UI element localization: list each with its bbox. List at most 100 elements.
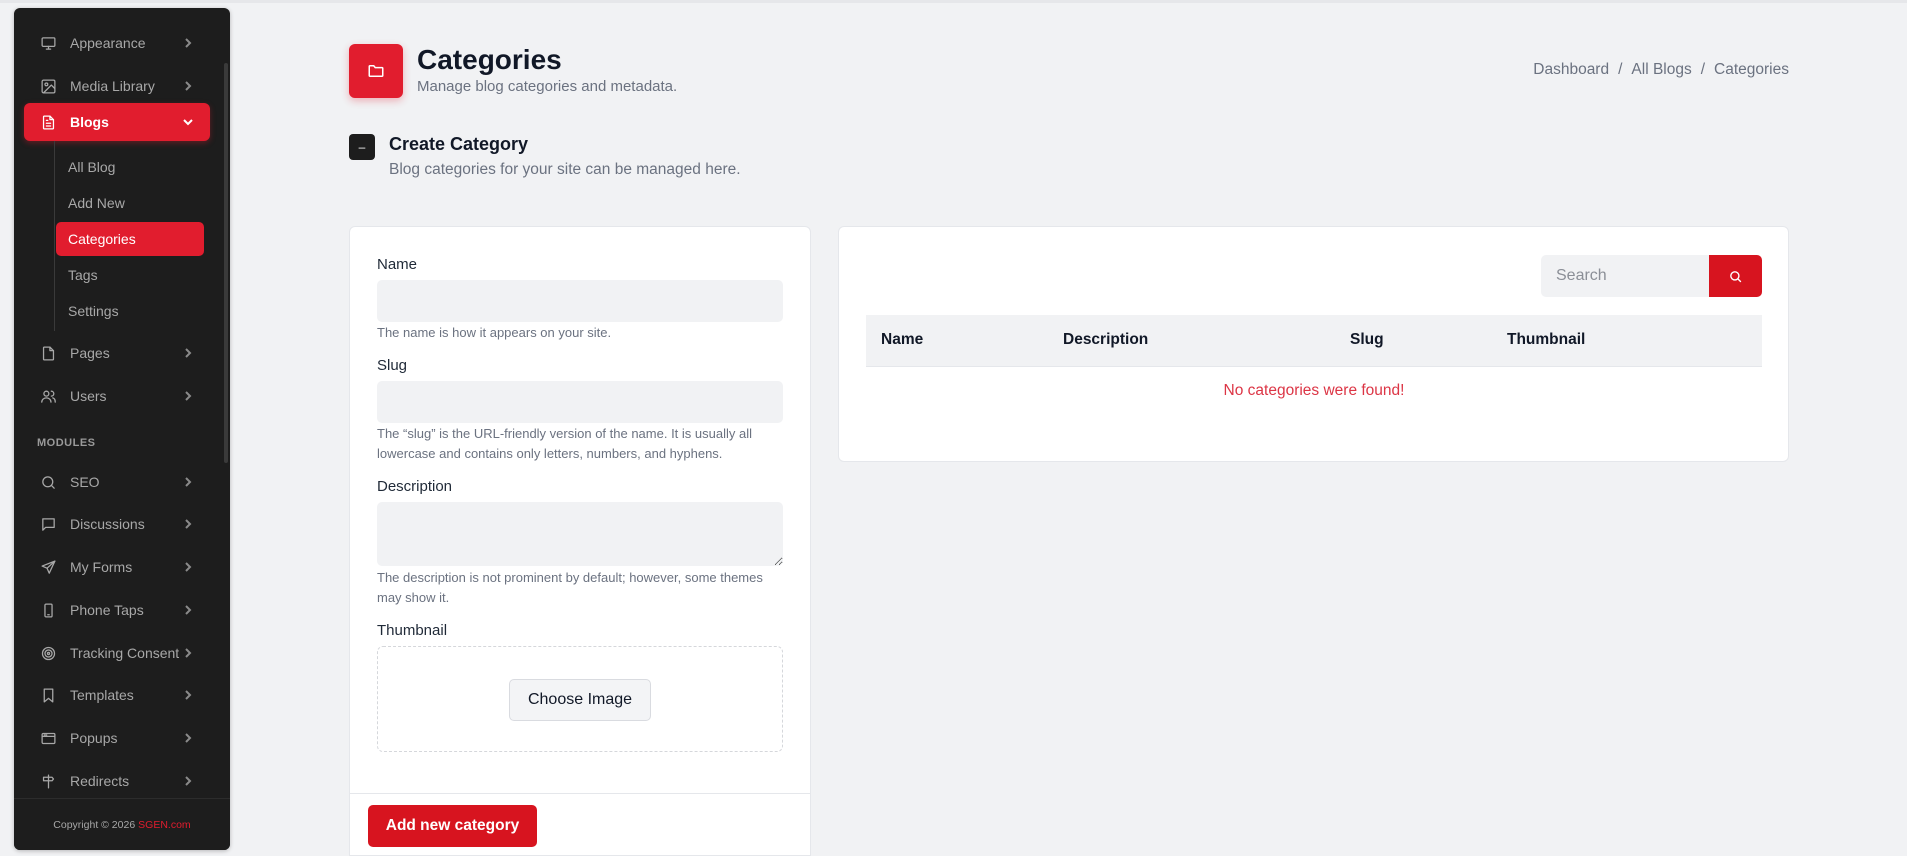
description-textarea[interactable] xyxy=(377,502,783,566)
thumbnail-label: Thumbnail xyxy=(377,622,448,639)
sidebar-item-label: Redirects xyxy=(70,773,130,789)
sidebar-subitem-add-new[interactable]: Add New xyxy=(56,186,204,220)
chevron-right-icon xyxy=(182,389,194,401)
brand-link[interactable]: SGEN.com xyxy=(138,819,191,831)
sidebar-scrollbar[interactable] xyxy=(224,63,228,463)
image-icon xyxy=(38,76,58,96)
subitem-label: Tags xyxy=(68,267,98,283)
slug-label: Slug xyxy=(377,357,408,374)
subitem-label: Add New xyxy=(68,195,125,211)
subitem-label: All Blog xyxy=(68,159,116,175)
subitem-label: Categories xyxy=(68,231,136,247)
create-category-form: Name The name is how it appears on your … xyxy=(349,226,811,856)
subitem-label: Settings xyxy=(68,303,119,319)
sidebar-footer: Copyright © 2026 SGEN.com xyxy=(14,798,230,850)
search-icon xyxy=(1730,270,1742,282)
sidebar-item-redirects[interactable]: Redirects xyxy=(24,762,210,800)
search-icon xyxy=(38,472,58,492)
chevron-right-icon xyxy=(182,774,194,786)
column-header-thumbnail[interactable]: Thumbnail xyxy=(1507,331,1585,349)
chevron-right-icon xyxy=(182,646,194,658)
page-title: Categories xyxy=(417,44,562,75)
column-header-name[interactable]: Name xyxy=(881,331,923,349)
description-help-text: The description is not prominent by defa… xyxy=(377,570,763,605)
sidebar-item-discussions[interactable]: Discussions xyxy=(24,505,210,543)
chevron-right-icon xyxy=(182,475,194,487)
sidebar-item-tracking-consent[interactable]: Tracking Consent xyxy=(24,634,210,672)
modules-section-label: MODULES xyxy=(37,437,96,449)
sidebar-item-users[interactable]: Users xyxy=(24,377,210,415)
sidebar-item-my-forms[interactable]: My Forms xyxy=(24,548,210,586)
sidebar-item-label: Media Library xyxy=(70,78,155,94)
sidebar-item-label: My Forms xyxy=(70,559,133,575)
window-icon xyxy=(38,728,58,748)
chevron-right-icon xyxy=(182,603,194,615)
sidebar-subitem-settings[interactable]: Settings xyxy=(56,294,204,328)
name-input[interactable] xyxy=(377,280,783,322)
chevron-right-icon xyxy=(182,560,194,572)
document-icon xyxy=(38,112,58,132)
sidebar-subitem-all-blog[interactable]: All Blog xyxy=(56,150,204,184)
sidebar-item-label: Pages xyxy=(70,345,110,361)
chevron-right-icon xyxy=(182,346,194,358)
sidebar: Appearance Media Library Blogs All Blog … xyxy=(14,8,230,850)
sidebar-item-popups[interactable]: Popups xyxy=(24,719,210,757)
monitor-icon xyxy=(38,33,58,53)
name-label: Name xyxy=(377,256,418,273)
breadcrumb-all-blogs[interactable]: All Blogs xyxy=(1631,61,1691,79)
categories-table-card: Name Description Slug Thumbnail No categ… xyxy=(838,226,1789,462)
sidebar-item-phone-taps[interactable]: Phone Taps xyxy=(24,591,210,629)
sidebar-item-label: Popups xyxy=(70,730,118,746)
breadcrumb-dashboard[interactable]: Dashboard xyxy=(1533,61,1609,79)
chevron-down-icon xyxy=(182,115,194,127)
bookmark-icon xyxy=(38,685,58,705)
sidebar-item-seo[interactable]: SEO xyxy=(24,463,210,501)
copyright-text: Copyright © 2026 xyxy=(53,818,136,831)
section-subtitle: Blog categories for your site can be man… xyxy=(389,161,741,178)
empty-state-message: No categories were found! xyxy=(1223,382,1405,399)
sidebar-item-blogs[interactable]: Blogs xyxy=(24,103,210,141)
sidebar-item-label: Blogs xyxy=(70,114,109,130)
chat-icon xyxy=(38,514,58,534)
send-icon xyxy=(38,557,58,577)
section-title: Create Category xyxy=(389,134,529,154)
breadcrumb-separator: / xyxy=(1700,61,1706,78)
name-help-text: The name is how it appears on your site. xyxy=(377,325,612,340)
column-header-description[interactable]: Description xyxy=(1063,331,1148,349)
sidebar-item-label: SEO xyxy=(70,474,100,490)
submenu-guide-line xyxy=(54,141,55,331)
chevron-right-icon xyxy=(182,79,194,91)
search-button[interactable] xyxy=(1709,255,1762,297)
chevron-right-icon xyxy=(182,688,194,700)
sidebar-item-appearance[interactable]: Appearance xyxy=(24,24,210,62)
chevron-right-icon xyxy=(182,36,194,48)
sidebar-subitem-categories[interactable]: Categories xyxy=(56,222,204,256)
slug-input[interactable] xyxy=(377,381,783,423)
sidebar-item-pages[interactable]: Pages xyxy=(24,334,210,372)
sidebar-subitem-tags[interactable]: Tags xyxy=(56,258,204,292)
file-icon xyxy=(38,343,58,363)
breadcrumb-current: Categories xyxy=(1714,61,1789,78)
sidebar-item-media-library[interactable]: Media Library xyxy=(24,67,210,105)
sidebar-item-label: Users xyxy=(70,388,107,404)
search-input[interactable] xyxy=(1541,255,1709,297)
form-footer-divider xyxy=(350,793,810,794)
folder-icon xyxy=(349,44,403,98)
choose-image-button[interactable]: Choose Image xyxy=(509,679,651,721)
breadcrumb: Dashboard / All Blogs / Categories xyxy=(1533,61,1789,79)
sidebar-item-templates[interactable]: Templates xyxy=(24,676,210,714)
collapse-toggle[interactable]: – xyxy=(349,134,375,160)
chevron-right-icon xyxy=(182,731,194,743)
users-icon xyxy=(38,386,58,406)
column-header-slug[interactable]: Slug xyxy=(1350,331,1384,349)
page-subtitle: Manage blog categories and metadata. xyxy=(417,78,678,95)
thumbnail-dropzone[interactable]: Choose Image xyxy=(377,646,783,752)
sidebar-item-label: Appearance xyxy=(70,35,146,51)
sidebar-item-label: Phone Taps xyxy=(70,602,144,618)
sidebar-item-label: Templates xyxy=(70,687,134,703)
slug-help-text: The “slug” is the URL-friendly version o… xyxy=(377,426,752,461)
target-icon xyxy=(38,643,58,663)
phone-icon xyxy=(38,600,58,620)
add-new-category-button[interactable]: Add new category xyxy=(368,805,537,847)
top-border xyxy=(0,0,1907,3)
